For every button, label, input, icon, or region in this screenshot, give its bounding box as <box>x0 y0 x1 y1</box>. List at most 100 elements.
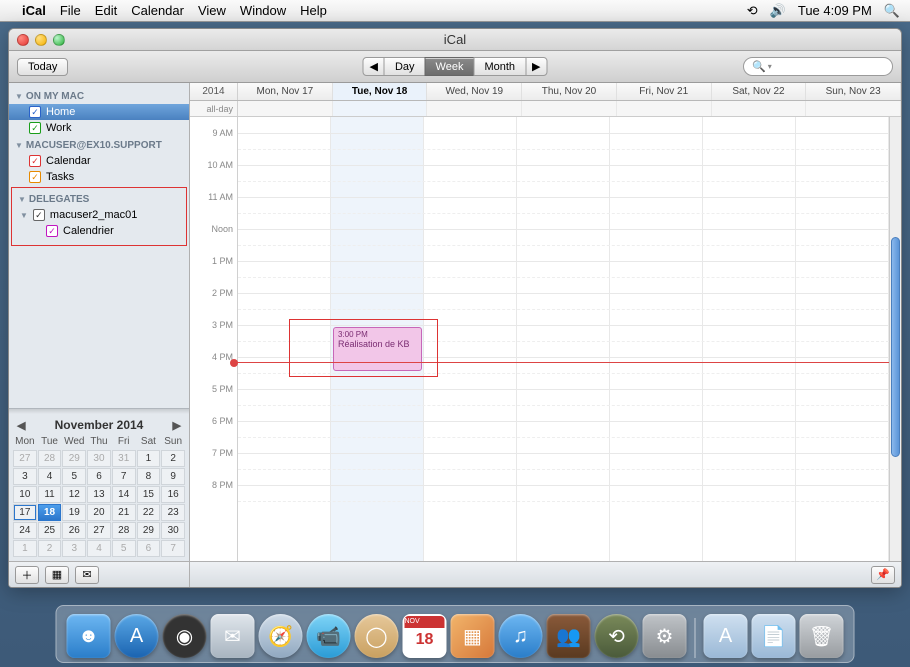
calendar-item[interactable]: ✓Home <box>9 104 189 120</box>
dock-timemachine-icon[interactable]: ⟲ <box>595 614 639 658</box>
day-column[interactable] <box>517 117 610 561</box>
day-column[interactable] <box>610 117 703 561</box>
vertical-scrollbar[interactable] <box>889 117 901 561</box>
mini-day[interactable]: 30 <box>87 450 111 467</box>
mini-day[interactable]: 26 <box>62 522 86 539</box>
allday-slot[interactable] <box>712 101 807 116</box>
mini-day[interactable]: 29 <box>62 450 86 467</box>
sidebar-group-header[interactable]: ▼ON MY MAC <box>9 87 189 104</box>
search-field[interactable]: 🔍 ▾ <box>743 57 893 76</box>
mini-day[interactable]: 1 <box>137 450 161 467</box>
day-view-button[interactable]: Day <box>384 57 426 76</box>
calendar-item[interactable]: ✓Calendar <box>9 153 189 169</box>
app-menu[interactable]: iCal <box>22 3 46 18</box>
prev-button[interactable]: ◀ <box>363 57 385 76</box>
menu-window[interactable]: Window <box>240 3 286 18</box>
day-header[interactable]: Thu, Nov 20 <box>522 83 617 100</box>
mini-day[interactable]: 28 <box>112 522 136 539</box>
calendar-checkbox[interactable]: ✓ <box>33 209 45 221</box>
day-header[interactable]: Tue, Nov 18 <box>333 83 428 100</box>
dock-mail-icon[interactable]: ✉ <box>211 614 255 658</box>
mail-button[interactable]: ✉ <box>75 566 99 584</box>
calendar-item[interactable]: ✓Work <box>9 120 189 136</box>
allday-slot[interactable] <box>522 101 617 116</box>
mini-day[interactable]: 11 <box>38 486 62 503</box>
allday-slot[interactable] <box>333 101 428 116</box>
calendar-checkbox[interactable]: ✓ <box>29 106 41 118</box>
mini-day[interactable]: 31 <box>112 450 136 467</box>
zoom-button[interactable] <box>53 34 65 46</box>
mini-day[interactable]: 2 <box>38 540 62 557</box>
menu-calendar[interactable]: Calendar <box>131 3 184 18</box>
show-calendars-button[interactable]: ▦ <box>45 566 69 584</box>
dock-sysprefs-icon[interactable]: ⚙ <box>643 614 687 658</box>
mini-day[interactable]: 12 <box>62 486 86 503</box>
sidebar-group-header[interactable]: ▼DELEGATES <box>12 190 186 207</box>
calendar-event[interactable]: 3:00 PMRéalisation de KB <box>333 327 422 371</box>
mini-day[interactable]: 17 <box>13 504 37 521</box>
mini-day[interactable]: 28 <box>38 450 62 467</box>
close-button[interactable] <box>17 34 29 46</box>
mini-day[interactable]: 7 <box>161 540 185 557</box>
dock-appstore-icon[interactable]: A <box>115 614 159 658</box>
disclosure-icon[interactable]: ▼ <box>20 211 28 220</box>
dock-contacts-icon[interactable]: 👥 <box>547 614 591 658</box>
dock-documents-icon[interactable]: 📄 <box>752 614 796 658</box>
mini-next-button[interactable]: ▶ <box>173 419 181 432</box>
dock-itunes-icon[interactable]: ♫ <box>499 614 543 658</box>
add-button[interactable]: ＋ <box>15 566 39 584</box>
menu-edit[interactable]: Edit <box>95 3 117 18</box>
dock-trash-icon[interactable]: 🗑 <box>800 614 844 658</box>
mini-day[interactable]: 16 <box>161 486 185 503</box>
calendar-item[interactable]: ▼✓macuser2_mac01 <box>12 207 186 223</box>
pin-button[interactable]: 📌 <box>871 566 895 584</box>
next-button[interactable]: ▶ <box>525 57 547 76</box>
allday-slot[interactable] <box>617 101 712 116</box>
allday-slot[interactable] <box>806 101 901 116</box>
dock-dashboard-icon[interactable]: ◉ <box>163 614 207 658</box>
mini-day[interactable]: 10 <box>13 486 37 503</box>
day-column[interactable] <box>424 117 517 561</box>
mini-day[interactable]: 15 <box>137 486 161 503</box>
mini-day[interactable]: 29 <box>137 522 161 539</box>
mini-day[interactable]: 6 <box>137 540 161 557</box>
mini-day[interactable]: 19 <box>62 504 86 521</box>
mini-day[interactable]: 30 <box>161 522 185 539</box>
mini-day[interactable]: 7 <box>112 468 136 485</box>
window-titlebar[interactable]: iCal <box>9 29 901 51</box>
week-view-button[interactable]: Week <box>425 57 475 76</box>
dock-generic-icon[interactable]: ◯ <box>355 614 399 658</box>
mini-day[interactable]: 2 <box>161 450 185 467</box>
day-header[interactable]: Wed, Nov 19 <box>427 83 522 100</box>
search-input[interactable] <box>772 61 872 73</box>
menu-file[interactable]: File <box>60 3 81 18</box>
mini-day[interactable]: 4 <box>38 468 62 485</box>
day-header[interactable]: Mon, Nov 17 <box>238 83 333 100</box>
menubar-clock[interactable]: Tue 4:09 PM <box>798 3 872 18</box>
mini-day[interactable]: 22 <box>137 504 161 521</box>
sidebar-group-header[interactable]: ▼MACUSER@EX10.SUPPORT <box>9 136 189 153</box>
timemachine-icon[interactable]: ⟲ <box>747 3 758 19</box>
dock-applications-icon[interactable]: A <box>704 614 748 658</box>
dock-finder-icon[interactable]: ☻ <box>67 614 111 658</box>
allday-slot[interactable] <box>427 101 522 116</box>
mini-day[interactable]: 4 <box>87 540 111 557</box>
day-header[interactable]: Sun, Nov 23 <box>806 83 901 100</box>
mini-day[interactable]: 27 <box>13 450 37 467</box>
mini-day[interactable]: 13 <box>87 486 111 503</box>
spotlight-icon[interactable]: 🔍 <box>884 3 900 19</box>
day-header[interactable]: Sat, Nov 22 <box>712 83 807 100</box>
mini-day[interactable]: 24 <box>13 522 37 539</box>
week-grid[interactable]: 9 AM10 AM11 AMNoon1 PM2 PM3 PM4 PM5 PM6 … <box>190 117 901 561</box>
menu-help[interactable]: Help <box>300 3 327 18</box>
mini-prev-button[interactable]: ◀ <box>17 419 25 432</box>
calendar-checkbox[interactable]: ✓ <box>29 122 41 134</box>
mini-day[interactable]: 25 <box>38 522 62 539</box>
menu-view[interactable]: View <box>198 3 226 18</box>
mini-day[interactable]: 1 <box>13 540 37 557</box>
allday-slot[interactable] <box>238 101 333 116</box>
calendar-item[interactable]: ✓Calendrier <box>12 223 186 239</box>
mini-day[interactable]: 14 <box>112 486 136 503</box>
mini-day[interactable]: 3 <box>62 540 86 557</box>
today-button[interactable]: Today <box>17 58 68 76</box>
